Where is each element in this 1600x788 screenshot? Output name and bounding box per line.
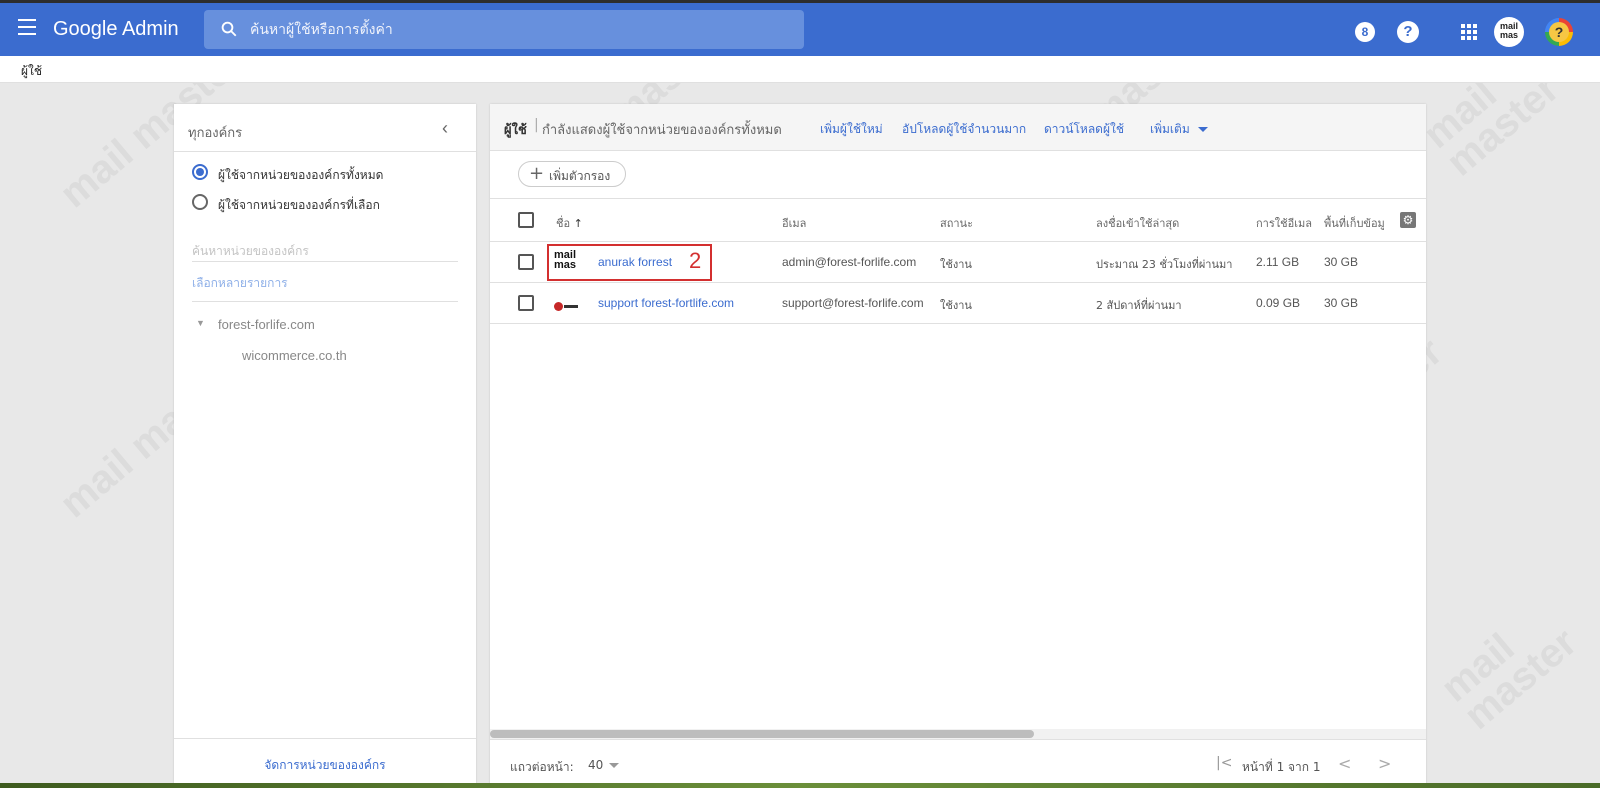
column-storage[interactable]: พื้นที่เก็บข้อมู xyxy=(1324,214,1385,232)
column-email[interactable]: อีเมล xyxy=(782,214,806,232)
user-email: admin@forest-forlife.com xyxy=(782,255,917,269)
avatar[interactable]: ? xyxy=(1545,18,1573,46)
org-unit-panel: ทุกองค์กร ‹ ผู้ใช้จากหน่วยขององค์กรทั้งห… xyxy=(174,104,476,788)
caret-down-icon xyxy=(609,763,620,768)
more-label: เพิ่มเติม xyxy=(1150,122,1190,136)
divider xyxy=(174,738,476,739)
user-avatar xyxy=(554,298,584,311)
page-info: หน้าที่ 1 จาก 1 xyxy=(1242,760,1321,774)
rows-per-page-label: แถวต่อหน้า: xyxy=(510,760,574,774)
radio-all-org-units-label[interactable]: ผู้ใช้จากหน่วยขององค์กรทั้งหมด xyxy=(218,166,383,185)
user-last-login: ประมาณ 23 ชั่วโมงที่ผ่านมา xyxy=(1096,258,1233,271)
table-row[interactable]: mail mas anurak forrest 2 admin@forest-f… xyxy=(490,242,1426,283)
table-footer: แถวต่อหน้า: 40 |< หน้าที่ 1 จาก 1 < > xyxy=(490,739,1426,788)
app-title[interactable]: Google Admin xyxy=(53,18,179,41)
first-page-icon[interactable]: |< xyxy=(1216,755,1232,771)
manage-org-units-link[interactable]: จัดการหน่วยขององค์กร xyxy=(174,756,476,775)
horizontal-scrollbar[interactable] xyxy=(490,729,1426,739)
user-name-link[interactable]: support forest-fortlife.com xyxy=(598,296,734,310)
user-storage: 30 GB xyxy=(1324,296,1359,310)
table-row[interactable]: support forest-fortlife.com support@fore… xyxy=(490,283,1426,324)
users-toolbar: ผู้ใช้ | กำลังแสดงผู้ใช้จากหน่วยขององค์ก… xyxy=(490,104,1426,151)
org-tree-root[interactable]: forest-forlife.com xyxy=(218,317,315,332)
help-icon[interactable]: ? xyxy=(1397,21,1419,43)
column-name[interactable]: ชื่อ ↑ xyxy=(556,214,583,232)
next-page-icon[interactable]: > xyxy=(1378,754,1391,773)
avatar-icon: ? xyxy=(1549,22,1569,42)
add-filter-button[interactable]: + เพิ่มตัวกรอง xyxy=(518,161,626,187)
search-input[interactable] xyxy=(250,10,790,49)
column-email-usage[interactable]: การใช้อีเมล xyxy=(1256,214,1312,232)
radio-selected-org-units[interactable] xyxy=(192,194,208,210)
search-icon xyxy=(221,21,237,37)
user-last-login: 2 สัปดาห์ที่ผ่านมา xyxy=(1096,299,1182,312)
menu-icon[interactable] xyxy=(18,19,40,39)
scrollbar-thumb[interactable] xyxy=(490,730,1034,738)
highlight-box xyxy=(547,244,712,281)
select-all-checkbox[interactable] xyxy=(518,212,534,228)
user-email: support@forest-forlife.com xyxy=(782,296,924,310)
account-logo[interactable]: mail mas xyxy=(1494,17,1524,47)
org-unit-search-input[interactable] xyxy=(192,240,458,262)
column-status[interactable]: สถานะ xyxy=(940,214,973,232)
toolbar-separator: | xyxy=(534,117,539,133)
sort-arrow-icon: ↑ xyxy=(573,217,583,230)
org-panel-title: ทุกองค์กร xyxy=(188,126,243,141)
annotation-number: 2 xyxy=(689,248,702,273)
desktop-strip xyxy=(0,783,1600,788)
prev-page-icon[interactable]: < xyxy=(1338,754,1351,773)
users-title: ผู้ใช้ xyxy=(504,123,527,138)
bulk-upload-button[interactable]: อัปโหลดผู้ใช้จำนวนมาก xyxy=(902,120,1026,139)
radio-all-org-units[interactable] xyxy=(192,164,208,180)
plus-icon: + xyxy=(529,163,545,184)
user-status: ใช้งาน xyxy=(940,258,972,271)
top-bar: Google Admin 8 ? mail mas ? xyxy=(0,0,1600,56)
radio-selected-org-units-label[interactable]: ผู้ใช้จากหน่วยขององค์กรที่เลือก xyxy=(218,196,380,215)
user-email-usage: 2.11 GB xyxy=(1256,255,1300,269)
add-user-button[interactable]: เพิ่มผู้ใช้ใหม่ xyxy=(820,120,883,139)
divider xyxy=(192,301,458,302)
collapse-panel-icon[interactable]: ‹ xyxy=(442,118,448,139)
org-tree-child[interactable]: wicommerce.co.th xyxy=(242,348,347,363)
table-header: ชื่อ ↑ อีเมล สถานะ ลงชื่อเข้าใช้ล่าสุด ก… xyxy=(490,198,1426,242)
search-box[interactable] xyxy=(204,10,804,49)
row-checkbox[interactable] xyxy=(518,254,534,270)
user-storage: 30 GB xyxy=(1324,255,1359,269)
breadcrumb-users[interactable]: ผู้ใช้ xyxy=(21,64,42,78)
add-filter-label: เพิ่มตัวกรอง xyxy=(549,169,611,183)
multi-select-link[interactable]: เลือกหลายรายการ xyxy=(192,274,288,293)
notifications-badge[interactable]: 8 xyxy=(1355,22,1375,42)
user-status: ใช้งาน xyxy=(940,299,972,312)
tree-expand-icon[interactable]: ▼ xyxy=(196,318,205,328)
download-users-button[interactable]: ดาวน์โหลดผู้ใช้ xyxy=(1044,120,1124,139)
column-last-login[interactable]: ลงชื่อเข้าใช้ล่าสุด xyxy=(1096,214,1179,232)
user-email-usage: 0.09 GB xyxy=(1256,296,1301,310)
more-menu-button[interactable]: เพิ่มเติม xyxy=(1150,120,1208,139)
breadcrumb: ผู้ใช้ xyxy=(0,56,1600,83)
users-panel: ผู้ใช้ | กำลังแสดงผู้ใช้จากหน่วยขององค์ก… xyxy=(490,104,1426,788)
divider xyxy=(174,151,476,152)
watermark: mail master xyxy=(1433,620,1585,739)
users-description: กำลังแสดงผู้ใช้จากหน่วยขององค์กรทั้งหมด xyxy=(542,123,782,138)
apps-grid-icon[interactable] xyxy=(1461,24,1477,40)
gear-icon[interactable]: ⚙ xyxy=(1400,212,1416,228)
caret-down-icon xyxy=(1197,127,1208,132)
rows-per-page-select[interactable]: 40 xyxy=(588,758,620,772)
row-checkbox[interactable] xyxy=(518,295,534,311)
